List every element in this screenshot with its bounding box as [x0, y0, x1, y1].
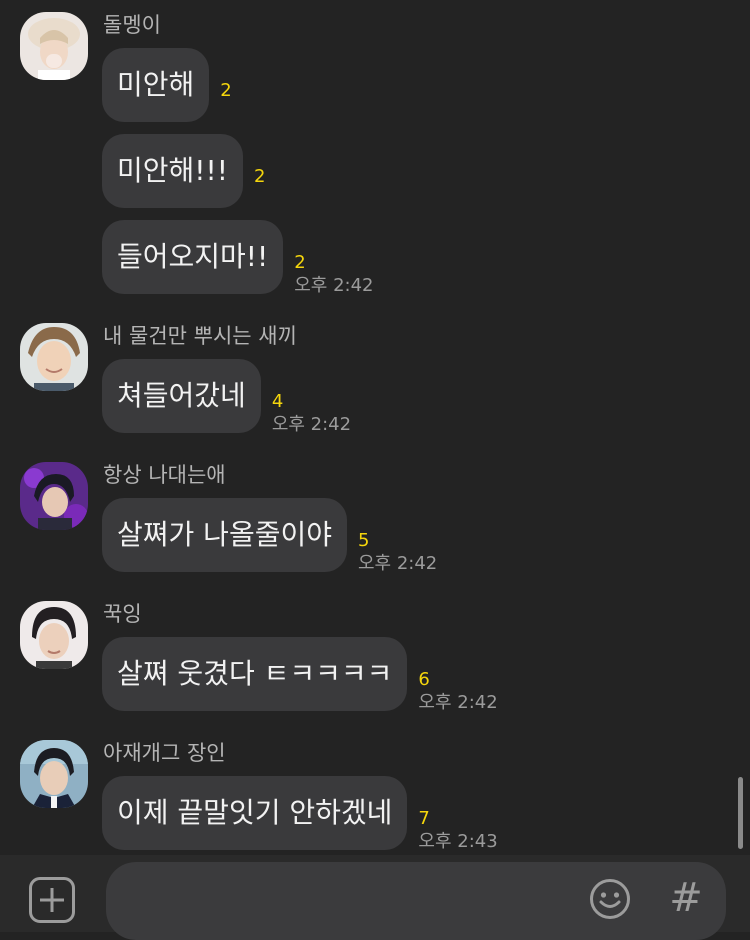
unread-count: 4	[271, 391, 284, 412]
unread-count: 5	[357, 530, 370, 551]
message-row: 미안해!!! 2	[102, 134, 265, 208]
message-timestamp: 오후 2:43	[418, 831, 498, 852]
unread-count: 2	[253, 166, 266, 187]
avatar[interactable]	[20, 462, 88, 530]
sender-name: 아재개그 장인	[103, 741, 226, 765]
sender-name: 돌멩이	[103, 13, 161, 37]
scrollbar[interactable]	[738, 777, 743, 849]
message-bubble[interactable]: 미안해!!!	[102, 134, 243, 208]
unread-count: 6	[418, 669, 430, 690]
chat-message-list[interactable]: 돌멩이 미안해 2 미안해!!! 2 들어오지마!! 2 오후 2:42 내 물…	[0, 0, 750, 855]
message-timestamp: 오후 2:42	[418, 692, 498, 713]
message-timestamp: 오후 2:42	[357, 553, 438, 574]
message-row: 미안해 2	[102, 48, 232, 122]
smiley-icon	[590, 879, 630, 919]
message-row: 이제 끝말잇기 안하겠네 7 오후 2:43	[102, 776, 498, 854]
message-bubble[interactable]: 쳐들어갔네	[102, 359, 261, 433]
unread-count: 7	[418, 808, 430, 829]
unread-count: 2	[220, 80, 232, 101]
message-input[interactable]	[106, 862, 726, 940]
message-bubble[interactable]: 미안해	[102, 48, 210, 122]
message-bubble[interactable]: 살쪄가 나올줄이야	[102, 498, 347, 572]
avatar[interactable]	[20, 740, 88, 808]
add-attachment-button[interactable]	[29, 877, 75, 923]
message-timestamp: 오후 2:42	[294, 275, 374, 296]
avatar[interactable]	[20, 601, 88, 669]
sender-name: 항상 나대는애	[103, 463, 226, 487]
message-row: 살쪄가 나올줄이야 5 오후 2:42	[102, 498, 437, 576]
message-bubble[interactable]: 살쪄 웃겼다 ㅌㅋㅋㅋㅋ	[102, 637, 408, 711]
message-row: 살쪄 웃겼다 ㅌㅋㅋㅋㅋ 6 오후 2:42	[102, 637, 498, 715]
avatar[interactable]	[20, 323, 88, 391]
message-bubble[interactable]: 이제 끝말잇기 안하겠네	[102, 776, 408, 850]
unread-count: 2	[294, 252, 306, 273]
message-timestamp: 오후 2:42	[271, 414, 352, 435]
message-row: 들어오지마!! 2 오후 2:42	[102, 220, 374, 298]
sender-name: 꾹잉	[103, 602, 142, 626]
sender-name: 내 물건만 뿌시는 새끼	[103, 324, 297, 348]
message-row: 쳐들어갔네 4 오후 2:42	[102, 359, 351, 437]
hashtag-search-button[interactable]: #	[664, 873, 708, 923]
message-bubble[interactable]: 들어오지마!!	[102, 220, 284, 294]
avatar[interactable]	[20, 12, 88, 80]
emoji-button[interactable]	[588, 877, 632, 921]
